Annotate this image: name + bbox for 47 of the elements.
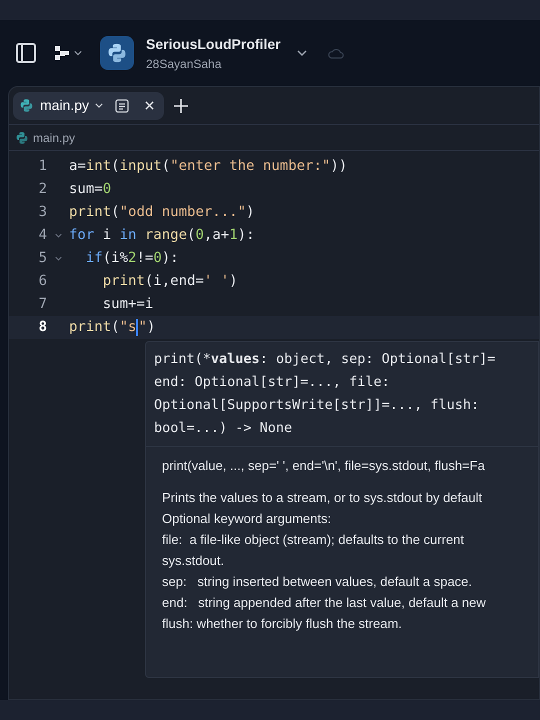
blocks-menu-button[interactable] (54, 45, 82, 61)
code-line: print("odd number...") (69, 203, 254, 222)
signature-line: print(*values: object, sep: Optional[str]= (154, 350, 496, 369)
line-number: 5 (38, 249, 47, 268)
add-tab-icon[interactable] (174, 98, 188, 112)
code-line: for i in range(0,a+1): (69, 226, 254, 245)
close-icon[interactable] (145, 101, 154, 110)
sidebar-toggle-icon[interactable] (16, 43, 36, 63)
code-line: if(i%2!=0): (84, 249, 179, 268)
project-name: SeriousLoudProfiler (146, 34, 281, 54)
doc-line: file: a file-like object (stream); defaults to the current (162, 531, 466, 549)
doc-line: flush: whether to forcibly flush the stream. (162, 615, 403, 633)
doc-line: end: string appended after the last value, default a new (162, 594, 487, 612)
code-line: print(i,end=' ') (102, 272, 238, 291)
doc-line: Prints the values to a stream, or to sys.stdout by default (162, 489, 484, 507)
cloud-icon (326, 48, 345, 58)
line-number: 1 (38, 157, 47, 176)
line-number: 4 (38, 226, 47, 245)
signature-line: Optional[SupportsWrite[str]]=..., flush: (154, 396, 480, 415)
owner-name: 28SayanSaha (146, 56, 222, 72)
line-number: 8 (38, 318, 47, 337)
python-icon (19, 98, 34, 113)
code-line: a=int(input("enter the number:")) (69, 157, 348, 176)
doc-line: sys.stdout. (162, 552, 226, 570)
code-line: print("s") (69, 318, 156, 338)
chevron-icon (95, 103, 104, 108)
doc-signature: print(value, ..., sep=' ', end='\n', file=sys.stdout, flush=Fa (162, 457, 486, 475)
fold-chevron-icon (54, 256, 62, 261)
doc-line: sep: string inserted between values, default a space. (162, 573, 474, 591)
line-number: 3 (38, 203, 47, 222)
chevron-icon (74, 50, 82, 56)
tab-label: main.py (40, 96, 90, 115)
line-number: 2 (38, 180, 47, 199)
code-line: sum+=i (102, 295, 154, 314)
signature-line: end: Optional[str]=..., file: (154, 373, 391, 392)
signature-line: bool=...) -> None (154, 419, 294, 438)
line-number: 7 (38, 295, 47, 314)
python-icon (106, 42, 128, 64)
code-line: sum=0 (69, 180, 112, 199)
editor-tab[interactable]: main.py (13, 92, 164, 120)
python-icon (15, 130, 29, 144)
line-number: 6 (38, 272, 47, 291)
chevron-icon (296, 50, 307, 56)
document-icon[interactable] (115, 98, 130, 112)
doc-line: Optional keyword arguments: (162, 510, 332, 528)
breadcrumb[interactable]: main.py (33, 128, 76, 146)
fold-chevron-icon (54, 233, 62, 238)
